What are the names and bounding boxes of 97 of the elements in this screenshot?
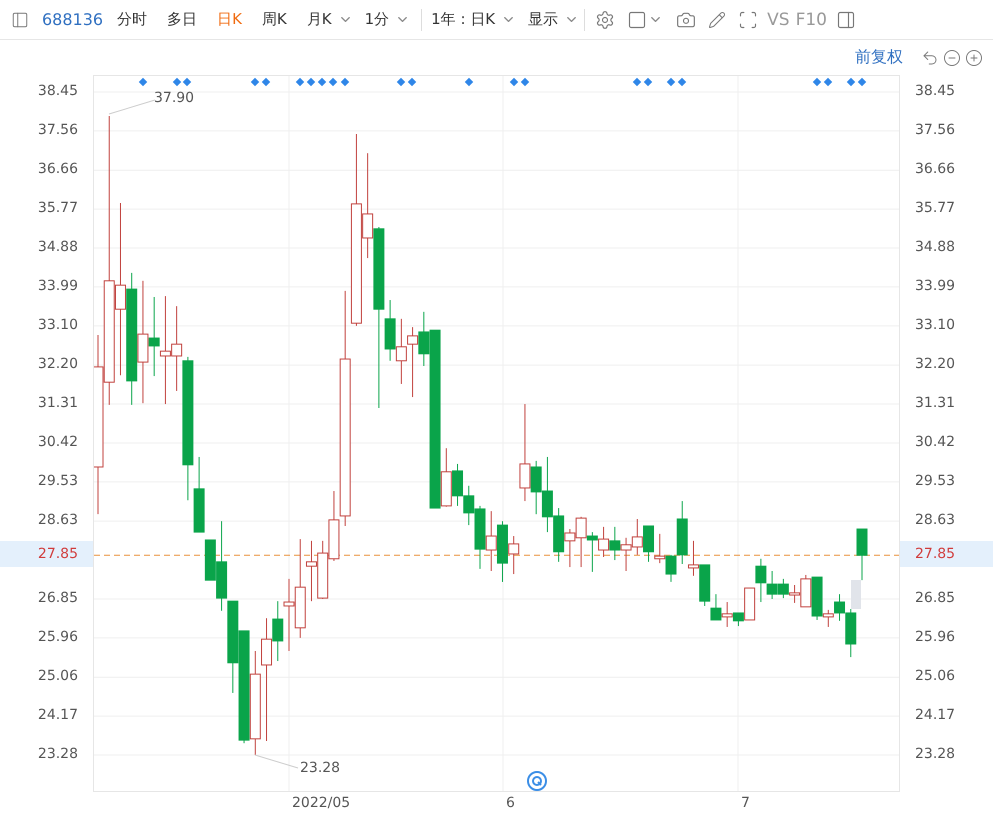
event-marker-icon[interactable] [846, 78, 856, 86]
candle [452, 463, 464, 506]
axis-label: 31.31 [38, 394, 78, 412]
axis-label: 28.63 [38, 511, 78, 530]
event-marker-icon[interactable] [678, 78, 686, 86]
axis-label: 23.28 [915, 745, 956, 763]
event-marker-icon[interactable] [262, 78, 270, 86]
event-marker-icon[interactable] [182, 78, 192, 86]
axis-label: 38.45 [915, 82, 956, 100]
candle [856, 528, 868, 581]
current-price: 27.85 [38, 546, 78, 562]
event-marker-icon[interactable] [520, 78, 530, 86]
undo-icon[interactable] [921, 48, 939, 66]
axis-label: 26.85 [38, 588, 78, 607]
axis-label: 25.06 [915, 667, 956, 686]
event-marker-icon[interactable] [632, 78, 642, 86]
current-price: 27.85 [915, 546, 956, 562]
event-marker-icon[interactable] [408, 78, 416, 86]
axis-label: 37.56 [38, 120, 78, 139]
event-marker-icon[interactable] [464, 78, 474, 86]
range-dropdown[interactable]: 1年 : 日K [427, 10, 500, 29]
period-tab[interactable]: 1分 [360, 10, 394, 29]
axis-label: 32.20 [38, 355, 78, 374]
candle [407, 326, 418, 398]
leader-line [254, 754, 298, 768]
event-marker-icon[interactable] [138, 78, 148, 86]
event-marker-icon[interactable] [318, 78, 326, 86]
period-tab[interactable]: 多日 [163, 10, 202, 29]
candle [576, 516, 587, 568]
axis-label: 29.53 [38, 472, 78, 490]
event-marker-icon[interactable] [510, 78, 518, 86]
axis-label: 33.99 [38, 276, 78, 295]
event-marker-icon[interactable] [172, 78, 182, 86]
leader-line [108, 100, 156, 114]
axis-label: 29.53 [915, 472, 956, 490]
high-price-label: 37.90 [154, 90, 194, 106]
axis-label: 7 [741, 795, 750, 811]
axis-label: 30.42 [38, 432, 78, 451]
candle [778, 578, 789, 599]
event-marker-icon[interactable] [396, 78, 406, 86]
stock-code: 688136 [42, 10, 104, 29]
candle [396, 318, 407, 384]
candle [609, 526, 620, 561]
event-marker-icon[interactable] [250, 78, 260, 86]
event-marker-icon[interactable] [824, 78, 832, 86]
period-tab[interactable]: 周K [258, 10, 291, 29]
axis-label: 36.66 [915, 160, 956, 178]
axis-label: 36.66 [38, 160, 78, 178]
candle [654, 533, 666, 564]
q-icon[interactable] [527, 771, 547, 791]
candle [486, 510, 497, 572]
candle [317, 540, 328, 600]
axis-label: 26.85 [915, 588, 956, 607]
period-tab[interactable]: 分时 [113, 10, 152, 29]
candle [564, 528, 576, 568]
zoom-out-icon[interactable] [943, 48, 961, 66]
event-marker-icon[interactable] [858, 78, 866, 86]
event-marker-icon[interactable] [812, 78, 822, 86]
ghost-candle [851, 580, 861, 609]
axis-label: 35.77 [915, 199, 956, 218]
event-marker-icon[interactable] [306, 78, 316, 86]
axis-label: 37.56 [915, 120, 956, 139]
candle [586, 532, 598, 572]
axis-label: 24.17 [915, 706, 956, 724]
axis-label: 33.10 [915, 316, 956, 334]
candle [632, 518, 643, 556]
period-tab[interactable]: 月K [302, 10, 336, 29]
axis-label: 28.63 [915, 511, 956, 530]
adjust-link[interactable]: 前复权 [855, 47, 903, 68]
axis-label: 2022/05 [292, 795, 350, 811]
axis-label: 34.88 [915, 238, 956, 256]
candle [620, 537, 632, 572]
axis-label: 25.96 [915, 628, 956, 646]
axis-label: 30.42 [915, 432, 956, 451]
event-marker-icon[interactable] [644, 78, 652, 86]
axis-label: 24.17 [38, 706, 78, 724]
event-marker-icon[interactable] [666, 78, 676, 86]
axis-label: 6 [506, 795, 515, 811]
event-marker-icon[interactable] [296, 78, 304, 86]
axis-label: 35.77 [38, 199, 78, 218]
axis-label: 38.45 [38, 82, 78, 100]
low-price-label: 23.28 [300, 760, 340, 776]
axis-label: 25.96 [38, 628, 78, 646]
axis-label: 31.31 [915, 394, 956, 412]
axis-label: 33.10 [38, 316, 78, 334]
axis-label: 34.88 [38, 238, 78, 256]
axis-label: 23.28 [38, 745, 78, 763]
axis-label: 32.20 [915, 355, 956, 374]
candle [553, 508, 564, 562]
axis-label: 33.99 [915, 276, 956, 295]
candle [598, 526, 610, 558]
zoom-in-icon[interactable] [965, 48, 983, 66]
event-marker-icon[interactable] [328, 78, 338, 86]
event-marker-icon[interactable] [340, 78, 350, 86]
candle [643, 525, 654, 562]
axis-label: 25.06 [38, 667, 78, 686]
display-dropdown[interactable]: 显示 [524, 10, 562, 29]
